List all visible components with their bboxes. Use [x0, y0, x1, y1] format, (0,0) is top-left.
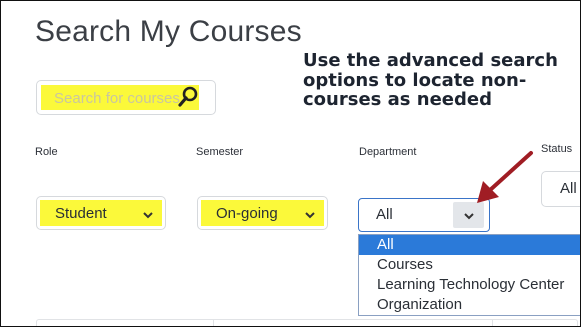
- status-select[interactable]: All: [541, 171, 580, 207]
- department-option[interactable]: Courses: [359, 255, 580, 275]
- role-value: Student: [55, 205, 107, 222]
- instruction-callout: Use the advanced search options to locat…: [303, 50, 558, 110]
- department-options-list: All Courses Learning Technology Center O…: [358, 234, 580, 316]
- department-option[interactable]: Learning Technology Center: [359, 275, 580, 295]
- column-divider: [213, 320, 214, 326]
- department-option[interactable]: All: [359, 235, 580, 255]
- role-label: Role: [35, 146, 58, 158]
- role-select[interactable]: Student: [36, 196, 166, 230]
- chevron-down-icon: [142, 208, 154, 220]
- course-search-panel: Search My Courses Use the advanced searc…: [0, 0, 581, 327]
- status-value: All: [560, 180, 577, 197]
- column-divider: [492, 320, 493, 326]
- semester-label: Semester: [196, 146, 244, 158]
- annotation-arrow: [477, 151, 533, 203]
- page-title: Search My Courses: [35, 15, 302, 48]
- search-icon[interactable]: [177, 86, 199, 108]
- department-option[interactable]: Organization: [359, 295, 580, 315]
- semester-value: On-going: [216, 205, 278, 222]
- results-table-header: [36, 319, 578, 326]
- search-input[interactable]: Search for courses: [36, 80, 216, 115]
- department-label: Department: [359, 146, 417, 158]
- chevron-down-icon: [304, 208, 316, 220]
- semester-select[interactable]: On-going: [197, 196, 328, 230]
- search-placeholder: Search for courses: [54, 90, 180, 107]
- status-label: Status: [541, 143, 573, 155]
- department-value: All: [376, 206, 393, 223]
